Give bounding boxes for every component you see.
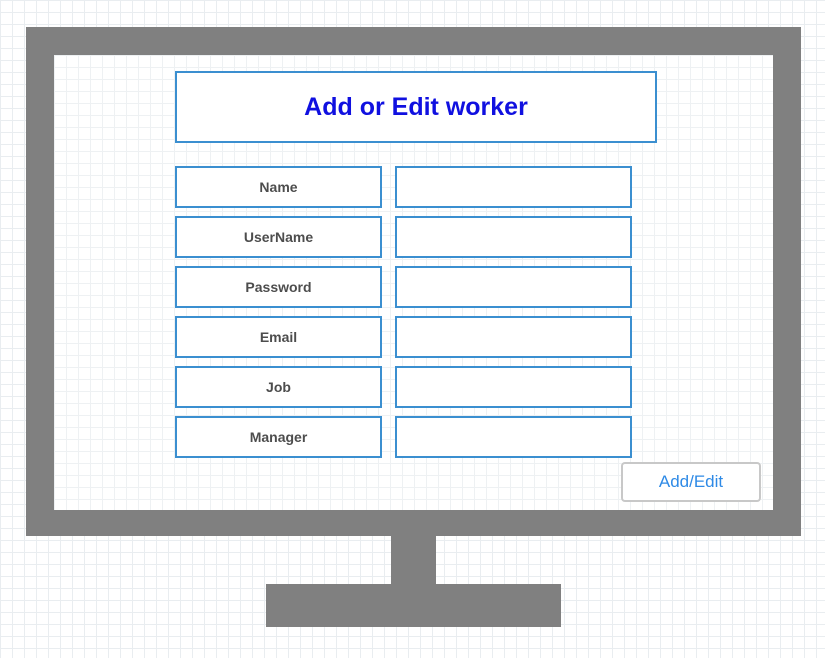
form-title: Add or Edit worker: [304, 92, 528, 121]
manager-input[interactable]: [395, 416, 632, 458]
name-input[interactable]: [395, 166, 632, 208]
job-label: Job: [175, 366, 382, 408]
manager-label: Manager: [175, 416, 382, 458]
email-label: Email: [175, 316, 382, 358]
monitor-neck: [391, 536, 436, 584]
username-label: UserName: [175, 216, 382, 258]
name-label: Name: [175, 166, 382, 208]
email-input[interactable]: [395, 316, 632, 358]
password-input[interactable]: [395, 266, 632, 308]
job-input[interactable]: [395, 366, 632, 408]
username-input[interactable]: [395, 216, 632, 258]
monitor-stand-base: [266, 584, 561, 627]
add-edit-button[interactable]: Add/Edit: [621, 462, 761, 502]
password-label: Password: [175, 266, 382, 308]
form-title-box: Add or Edit worker: [175, 71, 657, 143]
